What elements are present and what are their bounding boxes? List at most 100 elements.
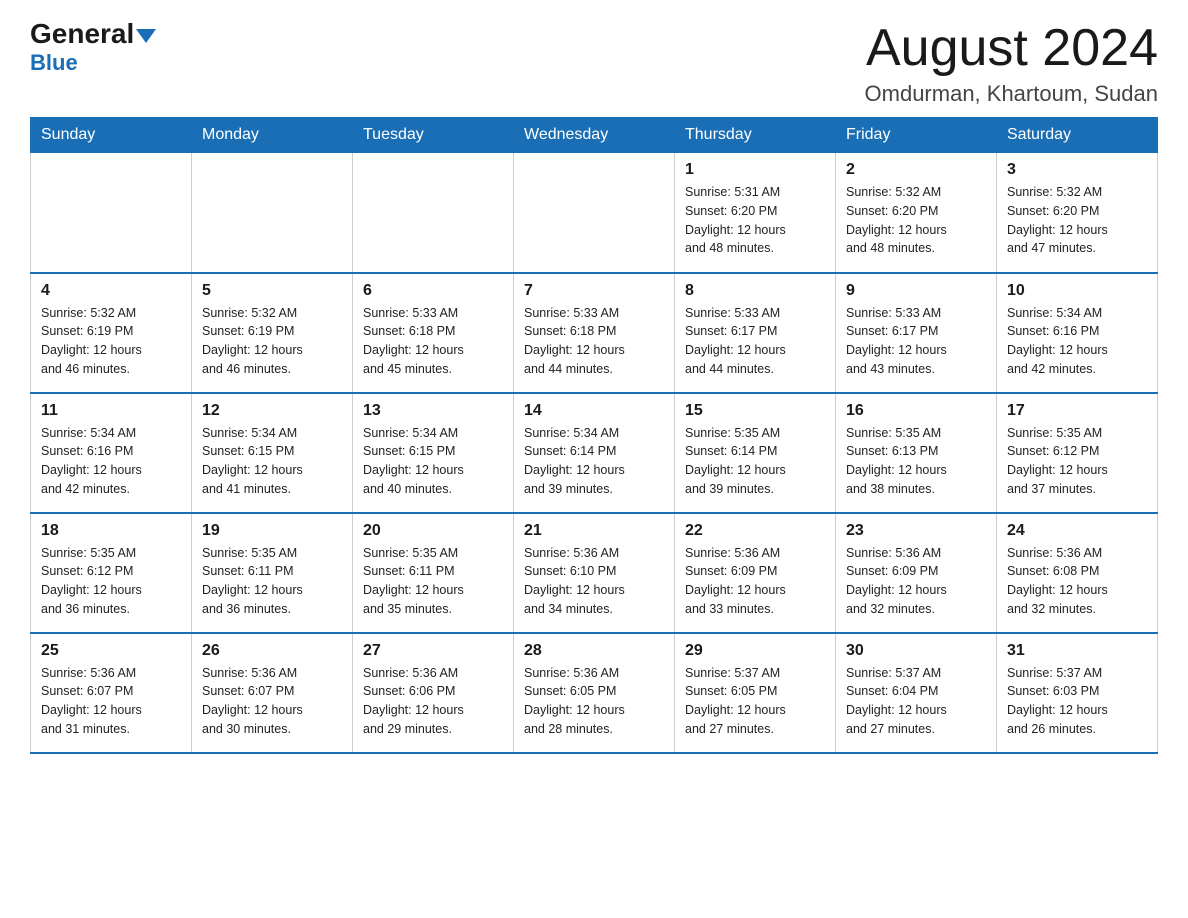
calendar-title: August 2024 [865, 20, 1158, 77]
day-cell: 7 Sunrise: 5:33 AMSunset: 6:18 PMDaylight… [514, 273, 675, 393]
day-number: 20 [363, 522, 503, 540]
day-number: 26 [202, 642, 342, 660]
day-info: Sunrise: 5:35 AMSunset: 6:12 PMDaylight:… [41, 544, 181, 619]
day-cell: 9 Sunrise: 5:33 AMSunset: 6:17 PMDaylight… [836, 273, 997, 393]
day-cell: 19 Sunrise: 5:35 AMSunset: 6:11 PMDayligh… [192, 513, 353, 633]
day-info: Sunrise: 5:37 AMSunset: 6:05 PMDaylight:… [685, 664, 825, 739]
day-info: Sunrise: 5:33 AMSunset: 6:17 PMDaylight:… [685, 304, 825, 379]
logo-triangle-icon [136, 29, 156, 43]
week-row-5: 25Sunrise: 5:36 AMSunset: 6:07 PMDayligh… [31, 633, 1158, 753]
day-number: 12 [202, 402, 342, 420]
day-info: Sunrise: 5:34 AMSunset: 6:15 PMDaylight:… [363, 424, 503, 499]
day-cell: 2 Sunrise: 5:32 AMSunset: 6:20 PMDaylight… [836, 153, 997, 273]
day-cell: 23Sunrise: 5:36 AMSunset: 6:09 PMDayligh… [836, 513, 997, 633]
day-cell: 17 Sunrise: 5:35 AMSunset: 6:12 PMDayligh… [997, 393, 1158, 513]
day-info: Sunrise: 5:35 AMSunset: 6:12 PMDaylight:… [1007, 424, 1147, 499]
day-number: 10 [1007, 282, 1147, 300]
day-cell: 15Sunrise: 5:35 AMSunset: 6:14 PMDayligh… [675, 393, 836, 513]
day-cell [192, 153, 353, 273]
day-info: Sunrise: 5:33 AMSunset: 6:18 PMDaylight:… [363, 304, 503, 379]
day-info: Sunrise: 5:34 AMSunset: 6:16 PMDaylight:… [41, 424, 181, 499]
week-row-1: 1 Sunrise: 5:31 AMSunset: 6:20 PMDaylight… [31, 153, 1158, 273]
col-saturday: Saturday [997, 118, 1158, 153]
day-cell: 26 Sunrise: 5:36 AMSunset: 6:07 PMDayligh… [192, 633, 353, 753]
day-cell: 4Sunrise: 5:32 AMSunset: 6:19 PMDaylight… [31, 273, 192, 393]
day-cell: 8Sunrise: 5:33 AMSunset: 6:17 PMDaylight… [675, 273, 836, 393]
day-info: Sunrise: 5:35 AMSunset: 6:11 PMDaylight:… [202, 544, 342, 619]
week-row-2: 4Sunrise: 5:32 AMSunset: 6:19 PMDaylight… [31, 273, 1158, 393]
day-number: 17 [1007, 402, 1147, 420]
day-info: Sunrise: 5:32 AMSunset: 6:19 PMDaylight:… [41, 304, 181, 379]
day-info: Sunrise: 5:32 AMSunset: 6:20 PMDaylight:… [1007, 183, 1147, 258]
logo-blue: Blue [30, 50, 78, 76]
day-cell: 1 Sunrise: 5:31 AMSunset: 6:20 PMDaylight… [675, 153, 836, 273]
day-cell: 27 Sunrise: 5:36 AMSunset: 6:06 PMDayligh… [353, 633, 514, 753]
day-info: Sunrise: 5:36 AMSunset: 6:05 PMDaylight:… [524, 664, 664, 739]
day-cell: 31Sunrise: 5:37 AMSunset: 6:03 PMDayligh… [997, 633, 1158, 753]
day-cell: 29 Sunrise: 5:37 AMSunset: 6:05 PMDayligh… [675, 633, 836, 753]
day-cell: 13 Sunrise: 5:34 AMSunset: 6:15 PMDayligh… [353, 393, 514, 513]
day-info: Sunrise: 5:33 AMSunset: 6:17 PMDaylight:… [846, 304, 986, 379]
logo-general: General [30, 20, 156, 48]
day-number: 16 [846, 402, 986, 420]
day-number: 22 [685, 522, 825, 540]
day-info: Sunrise: 5:36 AMSunset: 6:07 PMDaylight:… [202, 664, 342, 739]
day-info: Sunrise: 5:34 AMSunset: 6:15 PMDaylight:… [202, 424, 342, 499]
day-number: 28 [524, 642, 664, 660]
day-info: Sunrise: 5:32 AMSunset: 6:19 PMDaylight:… [202, 304, 342, 379]
day-cell: 3 Sunrise: 5:32 AMSunset: 6:20 PMDaylight… [997, 153, 1158, 273]
day-cell: 10Sunrise: 5:34 AMSunset: 6:16 PMDayligh… [997, 273, 1158, 393]
day-number: 1 [685, 161, 825, 179]
calendar-table: Sunday Monday Tuesday Wednesday Thursday… [30, 117, 1158, 754]
day-number: 6 [363, 282, 503, 300]
day-info: Sunrise: 5:36 AMSunset: 6:08 PMDaylight:… [1007, 544, 1147, 619]
col-tuesday: Tuesday [353, 118, 514, 153]
day-number: 7 [524, 282, 664, 300]
day-info: Sunrise: 5:31 AMSunset: 6:20 PMDaylight:… [685, 183, 825, 258]
logo: General Blue [30, 20, 156, 76]
day-cell: 16 Sunrise: 5:35 AMSunset: 6:13 PMDayligh… [836, 393, 997, 513]
day-number: 19 [202, 522, 342, 540]
day-number: 9 [846, 282, 986, 300]
day-number: 5 [202, 282, 342, 300]
day-cell [514, 153, 675, 273]
day-cell: 12 Sunrise: 5:34 AMSunset: 6:15 PMDayligh… [192, 393, 353, 513]
col-friday: Friday [836, 118, 997, 153]
day-cell: 28 Sunrise: 5:36 AMSunset: 6:05 PMDayligh… [514, 633, 675, 753]
day-number: 14 [524, 402, 664, 420]
day-info: Sunrise: 5:36 AMSunset: 6:06 PMDaylight:… [363, 664, 503, 739]
day-info: Sunrise: 5:36 AMSunset: 6:09 PMDaylight:… [846, 544, 986, 619]
day-info: Sunrise: 5:32 AMSunset: 6:20 PMDaylight:… [846, 183, 986, 258]
day-info: Sunrise: 5:36 AMSunset: 6:09 PMDaylight:… [685, 544, 825, 619]
day-number: 31 [1007, 642, 1147, 660]
day-cell: 22 Sunrise: 5:36 AMSunset: 6:09 PMDayligh… [675, 513, 836, 633]
day-info: Sunrise: 5:33 AMSunset: 6:18 PMDaylight:… [524, 304, 664, 379]
day-info: Sunrise: 5:34 AMSunset: 6:14 PMDaylight:… [524, 424, 664, 499]
calendar-header-row: Sunday Monday Tuesday Wednesday Thursday… [31, 118, 1158, 153]
calendar-subtitle: Omdurman, Khartoum, Sudan [865, 81, 1158, 107]
day-cell: 25Sunrise: 5:36 AMSunset: 6:07 PMDayligh… [31, 633, 192, 753]
day-cell: 24Sunrise: 5:36 AMSunset: 6:08 PMDayligh… [997, 513, 1158, 633]
day-info: Sunrise: 5:37 AMSunset: 6:04 PMDaylight:… [846, 664, 986, 739]
day-cell: 21Sunrise: 5:36 AMSunset: 6:10 PMDayligh… [514, 513, 675, 633]
day-number: 18 [41, 522, 181, 540]
day-number: 13 [363, 402, 503, 420]
day-cell [31, 153, 192, 273]
day-number: 21 [524, 522, 664, 540]
page-header: General Blue August 2024 Omdurman, Khart… [30, 20, 1158, 107]
title-block: August 2024 Omdurman, Khartoum, Sudan [865, 20, 1158, 107]
col-sunday: Sunday [31, 118, 192, 153]
day-info: Sunrise: 5:35 AMSunset: 6:13 PMDaylight:… [846, 424, 986, 499]
day-number: 27 [363, 642, 503, 660]
day-cell: 11Sunrise: 5:34 AMSunset: 6:16 PMDayligh… [31, 393, 192, 513]
day-number: 2 [846, 161, 986, 179]
col-wednesday: Wednesday [514, 118, 675, 153]
day-number: 3 [1007, 161, 1147, 179]
day-cell: 14 Sunrise: 5:34 AMSunset: 6:14 PMDayligh… [514, 393, 675, 513]
day-info: Sunrise: 5:36 AMSunset: 6:07 PMDaylight:… [41, 664, 181, 739]
day-number: 29 [685, 642, 825, 660]
col-thursday: Thursday [675, 118, 836, 153]
day-info: Sunrise: 5:35 AMSunset: 6:11 PMDaylight:… [363, 544, 503, 619]
day-cell: 6 Sunrise: 5:33 AMSunset: 6:18 PMDaylight… [353, 273, 514, 393]
week-row-4: 18 Sunrise: 5:35 AMSunset: 6:12 PMDayligh… [31, 513, 1158, 633]
